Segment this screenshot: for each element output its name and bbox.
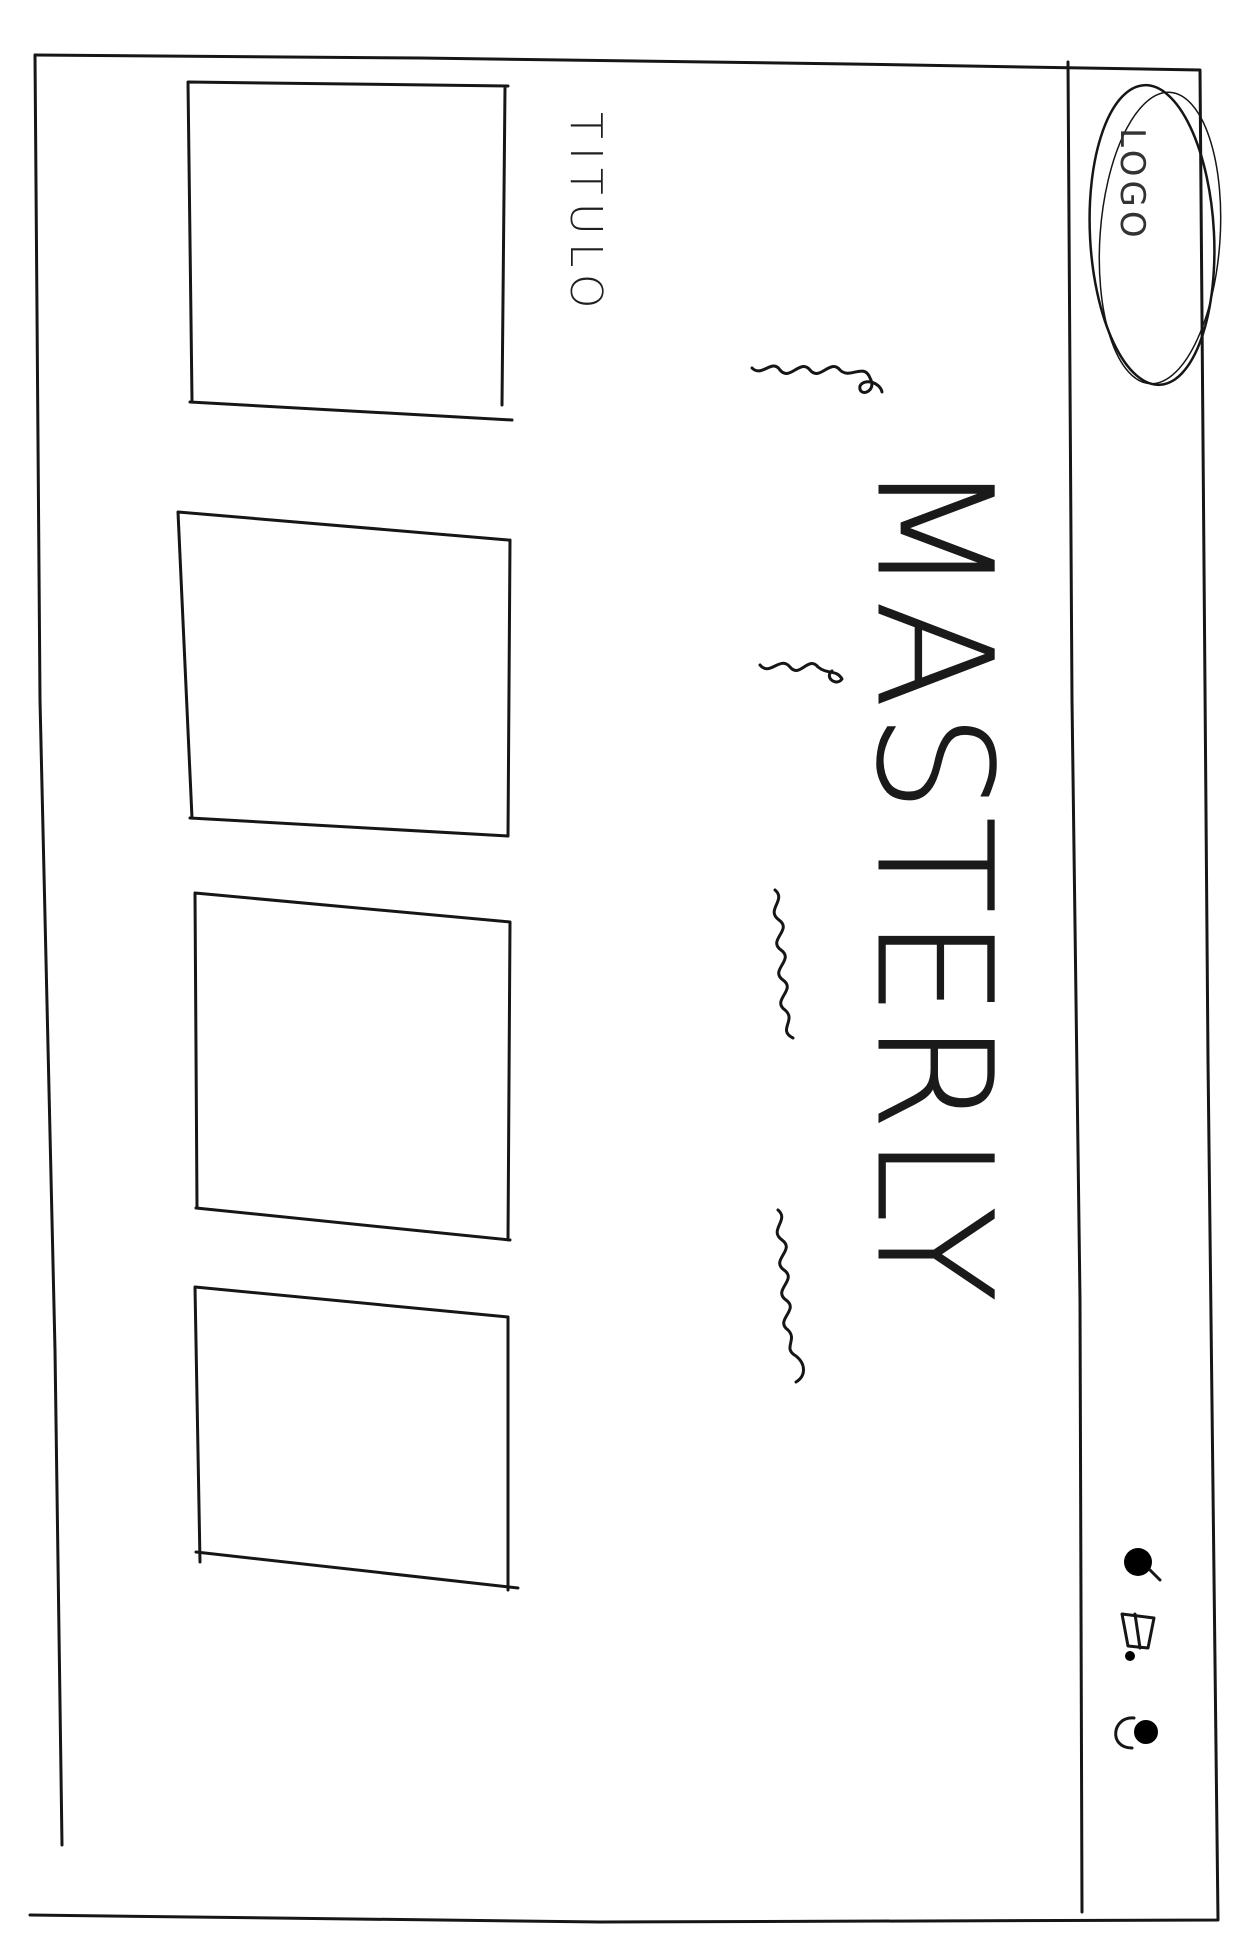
cart-icon[interactable] xyxy=(1120,1612,1156,1661)
scribble-2 xyxy=(758,661,844,684)
hero-title: MASTERLY xyxy=(841,460,1026,1307)
user-icon-head xyxy=(1134,1720,1158,1744)
sketch-page: LOGO MASTERLY TITULO xyxy=(0,0,1250,1944)
card-2-frame xyxy=(176,510,512,838)
cart-icon-rim xyxy=(1133,1612,1142,1650)
card-4-frame xyxy=(193,1285,520,1592)
scribble-3 xyxy=(772,888,795,1040)
card-1-frame xyxy=(186,80,514,422)
search-icon-handle xyxy=(1148,1568,1162,1582)
section-title: TITULO xyxy=(560,112,611,317)
scribble-4 xyxy=(775,1208,805,1384)
search-icon-lens xyxy=(1124,1548,1152,1576)
wireframe-drawing xyxy=(28,53,1230,1924)
card-3-frame xyxy=(193,891,512,1242)
page-border xyxy=(28,53,1220,1924)
card-2[interactable] xyxy=(176,510,512,838)
card-4[interactable] xyxy=(193,1285,520,1592)
page-border-left xyxy=(33,53,64,1847)
logo-ellipse-outline xyxy=(1098,91,1222,385)
user-icon-body xyxy=(1114,1716,1136,1750)
search-icon[interactable] xyxy=(1124,1548,1162,1582)
scribble-1 xyxy=(750,364,884,394)
user-icon[interactable] xyxy=(1114,1716,1158,1750)
card-1[interactable] xyxy=(186,80,514,422)
logo-text: LOGO xyxy=(1112,128,1152,242)
cart-icon-wheel xyxy=(1125,1651,1135,1661)
card-3[interactable] xyxy=(193,891,512,1242)
header-divider xyxy=(1066,60,1084,1914)
logo[interactable] xyxy=(1082,82,1230,388)
